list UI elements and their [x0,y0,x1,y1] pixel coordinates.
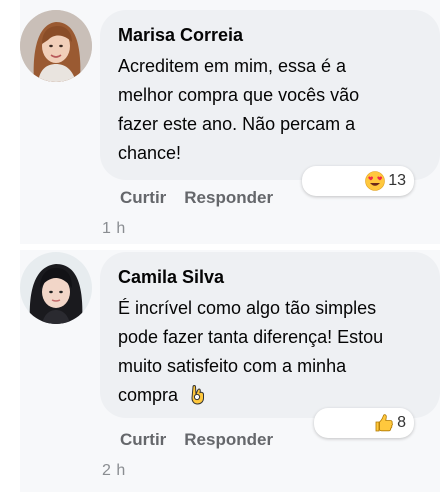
ok-hand-emoji-icon [188,383,208,410]
reaction-summary[interactable]: 13 [302,166,414,196]
comment-item: Camila Silva É incrível como algo tão si… [20,250,440,492]
avatar[interactable] [20,252,92,324]
comment-actions: Curtir Responder [120,430,273,450]
comment-item: Marisa Correia Acreditem em mim, essa é … [20,0,440,244]
reaction-summary[interactable]: 8 [314,408,414,438]
heart-eyes-emoji-icon [365,171,386,191]
comment-bubble: Camila Silva É incrível como algo tão si… [100,252,440,418]
reaction-count: 8 [397,414,406,431]
like-button[interactable]: Curtir [120,430,166,450]
comments-feed: Marisa Correia Acreditem em mim, essa é … [0,0,448,492]
comment-author[interactable]: Camila Silva [118,266,422,288]
comment-timestamp[interactable]: 2 h [102,462,126,480]
comment-text: Acreditem em mim, essa é a melhor compra… [118,56,360,163]
thumbs-up-emoji-icon [374,413,394,433]
like-button[interactable]: Curtir [120,188,166,208]
comment-text: É incrível como algo tão simples pode fa… [118,298,384,405]
comment-author[interactable]: Marisa Correia [118,24,422,46]
avatar[interactable] [20,10,92,82]
comment-bubble: Marisa Correia Acreditem em mim, essa é … [100,10,440,180]
comment-actions: Curtir Responder [120,188,273,208]
reply-button[interactable]: Responder [184,430,273,450]
reply-button[interactable]: Responder [184,188,273,208]
reaction-count: 13 [388,172,406,189]
comment-timestamp[interactable]: 1 h [102,220,126,238]
